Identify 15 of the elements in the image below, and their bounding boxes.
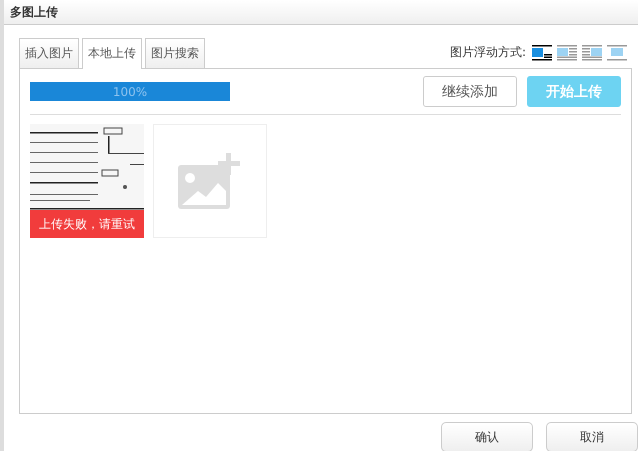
float-none-icon[interactable]: [532, 44, 552, 60]
cancel-button[interactable]: 取消: [546, 422, 638, 451]
add-image-tile[interactable]: [153, 124, 267, 238]
float-left-icon[interactable]: [557, 44, 577, 60]
float-center-icon[interactable]: [607, 44, 627, 60]
confirm-button[interactable]: 确认: [441, 422, 533, 451]
progress-reading: 100%: [112, 84, 148, 98]
tab[interactable]: 本地上传: [82, 38, 142, 69]
float-label: 图片浮动方式:: [450, 44, 526, 61]
tab[interactable]: 图片搜索: [145, 38, 205, 68]
upload-error-message: 上传失败，请重试: [30, 210, 144, 238]
add-more-button[interactable]: 继续添加: [423, 76, 517, 107]
add-image-icon: [178, 153, 242, 209]
float-right-icon[interactable]: [582, 44, 602, 60]
tab[interactable]: 插入图片: [19, 38, 79, 68]
